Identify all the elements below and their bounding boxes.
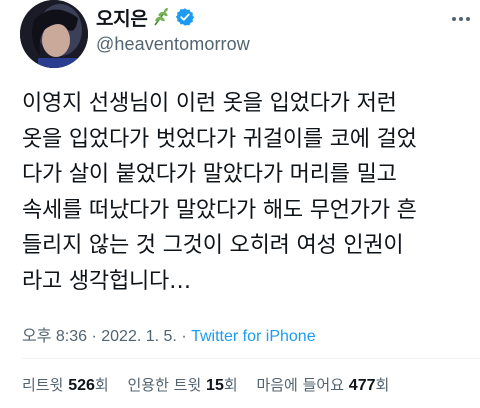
- retweets-unit: 회: [94, 376, 109, 394]
- likes-stat[interactable]: 마음에 들어요 477회: [256, 376, 389, 394]
- display-name[interactable]: 오지은: [96, 4, 148, 31]
- likes-unit: 회: [375, 376, 390, 394]
- user-handle[interactable]: @heaventomorrow: [96, 34, 250, 55]
- avatar-portrait-image: [20, 0, 88, 68]
- tweet-stats-row: 리트윗 526회 인용한 트윗 15회 마음에 들어요 477회: [22, 374, 403, 395]
- tweet-card: 오지은 @heaventomorrow 이영지 선생님이 이런 옷을 입었다가 …: [0, 0, 480, 408]
- herb-emoji-icon: [153, 7, 168, 26]
- quotes-stat[interactable]: 인용한 트윗 15회: [127, 376, 237, 394]
- likes-label: 마음에 들어요: [256, 376, 345, 394]
- retweets-label: 리트윗: [22, 376, 64, 394]
- quotes-unit: 회: [223, 376, 238, 394]
- meta-separator: ·: [87, 328, 102, 345]
- quotes-count: 15: [206, 377, 224, 394]
- author-name-row: 오지은: [96, 4, 250, 30]
- tweet-date[interactable]: 2022. 1. 5.: [101, 328, 177, 345]
- avatar[interactable]: [20, 0, 88, 68]
- tweet-source-link[interactable]: Twitter for iPhone: [191, 328, 316, 345]
- likes-count: 477: [348, 377, 376, 394]
- tweet-time[interactable]: 오후 8:36: [22, 328, 87, 345]
- tweet-author: 오지은 @heaventomorrow: [96, 4, 250, 55]
- ellipsis-icon[interactable]: [450, 8, 472, 30]
- tweet-text: 이영지 선생님이 이런 옷을 입었다가 저런 옷을 입었다가 벗었다가 귀걸이를…: [22, 91, 417, 294]
- divider: [22, 358, 480, 359]
- meta-separator: ·: [176, 328, 192, 345]
- tweet-timestamp-row: 오후 8:36 · 2022. 1. 5. · Twitter for iPho…: [22, 322, 316, 346]
- verified-badge-icon: [175, 8, 194, 26]
- retweets-stat[interactable]: 리트윗 526회: [22, 376, 109, 394]
- quotes-label: 인용한 트윗: [127, 376, 202, 394]
- retweets-count: 526: [68, 377, 95, 394]
